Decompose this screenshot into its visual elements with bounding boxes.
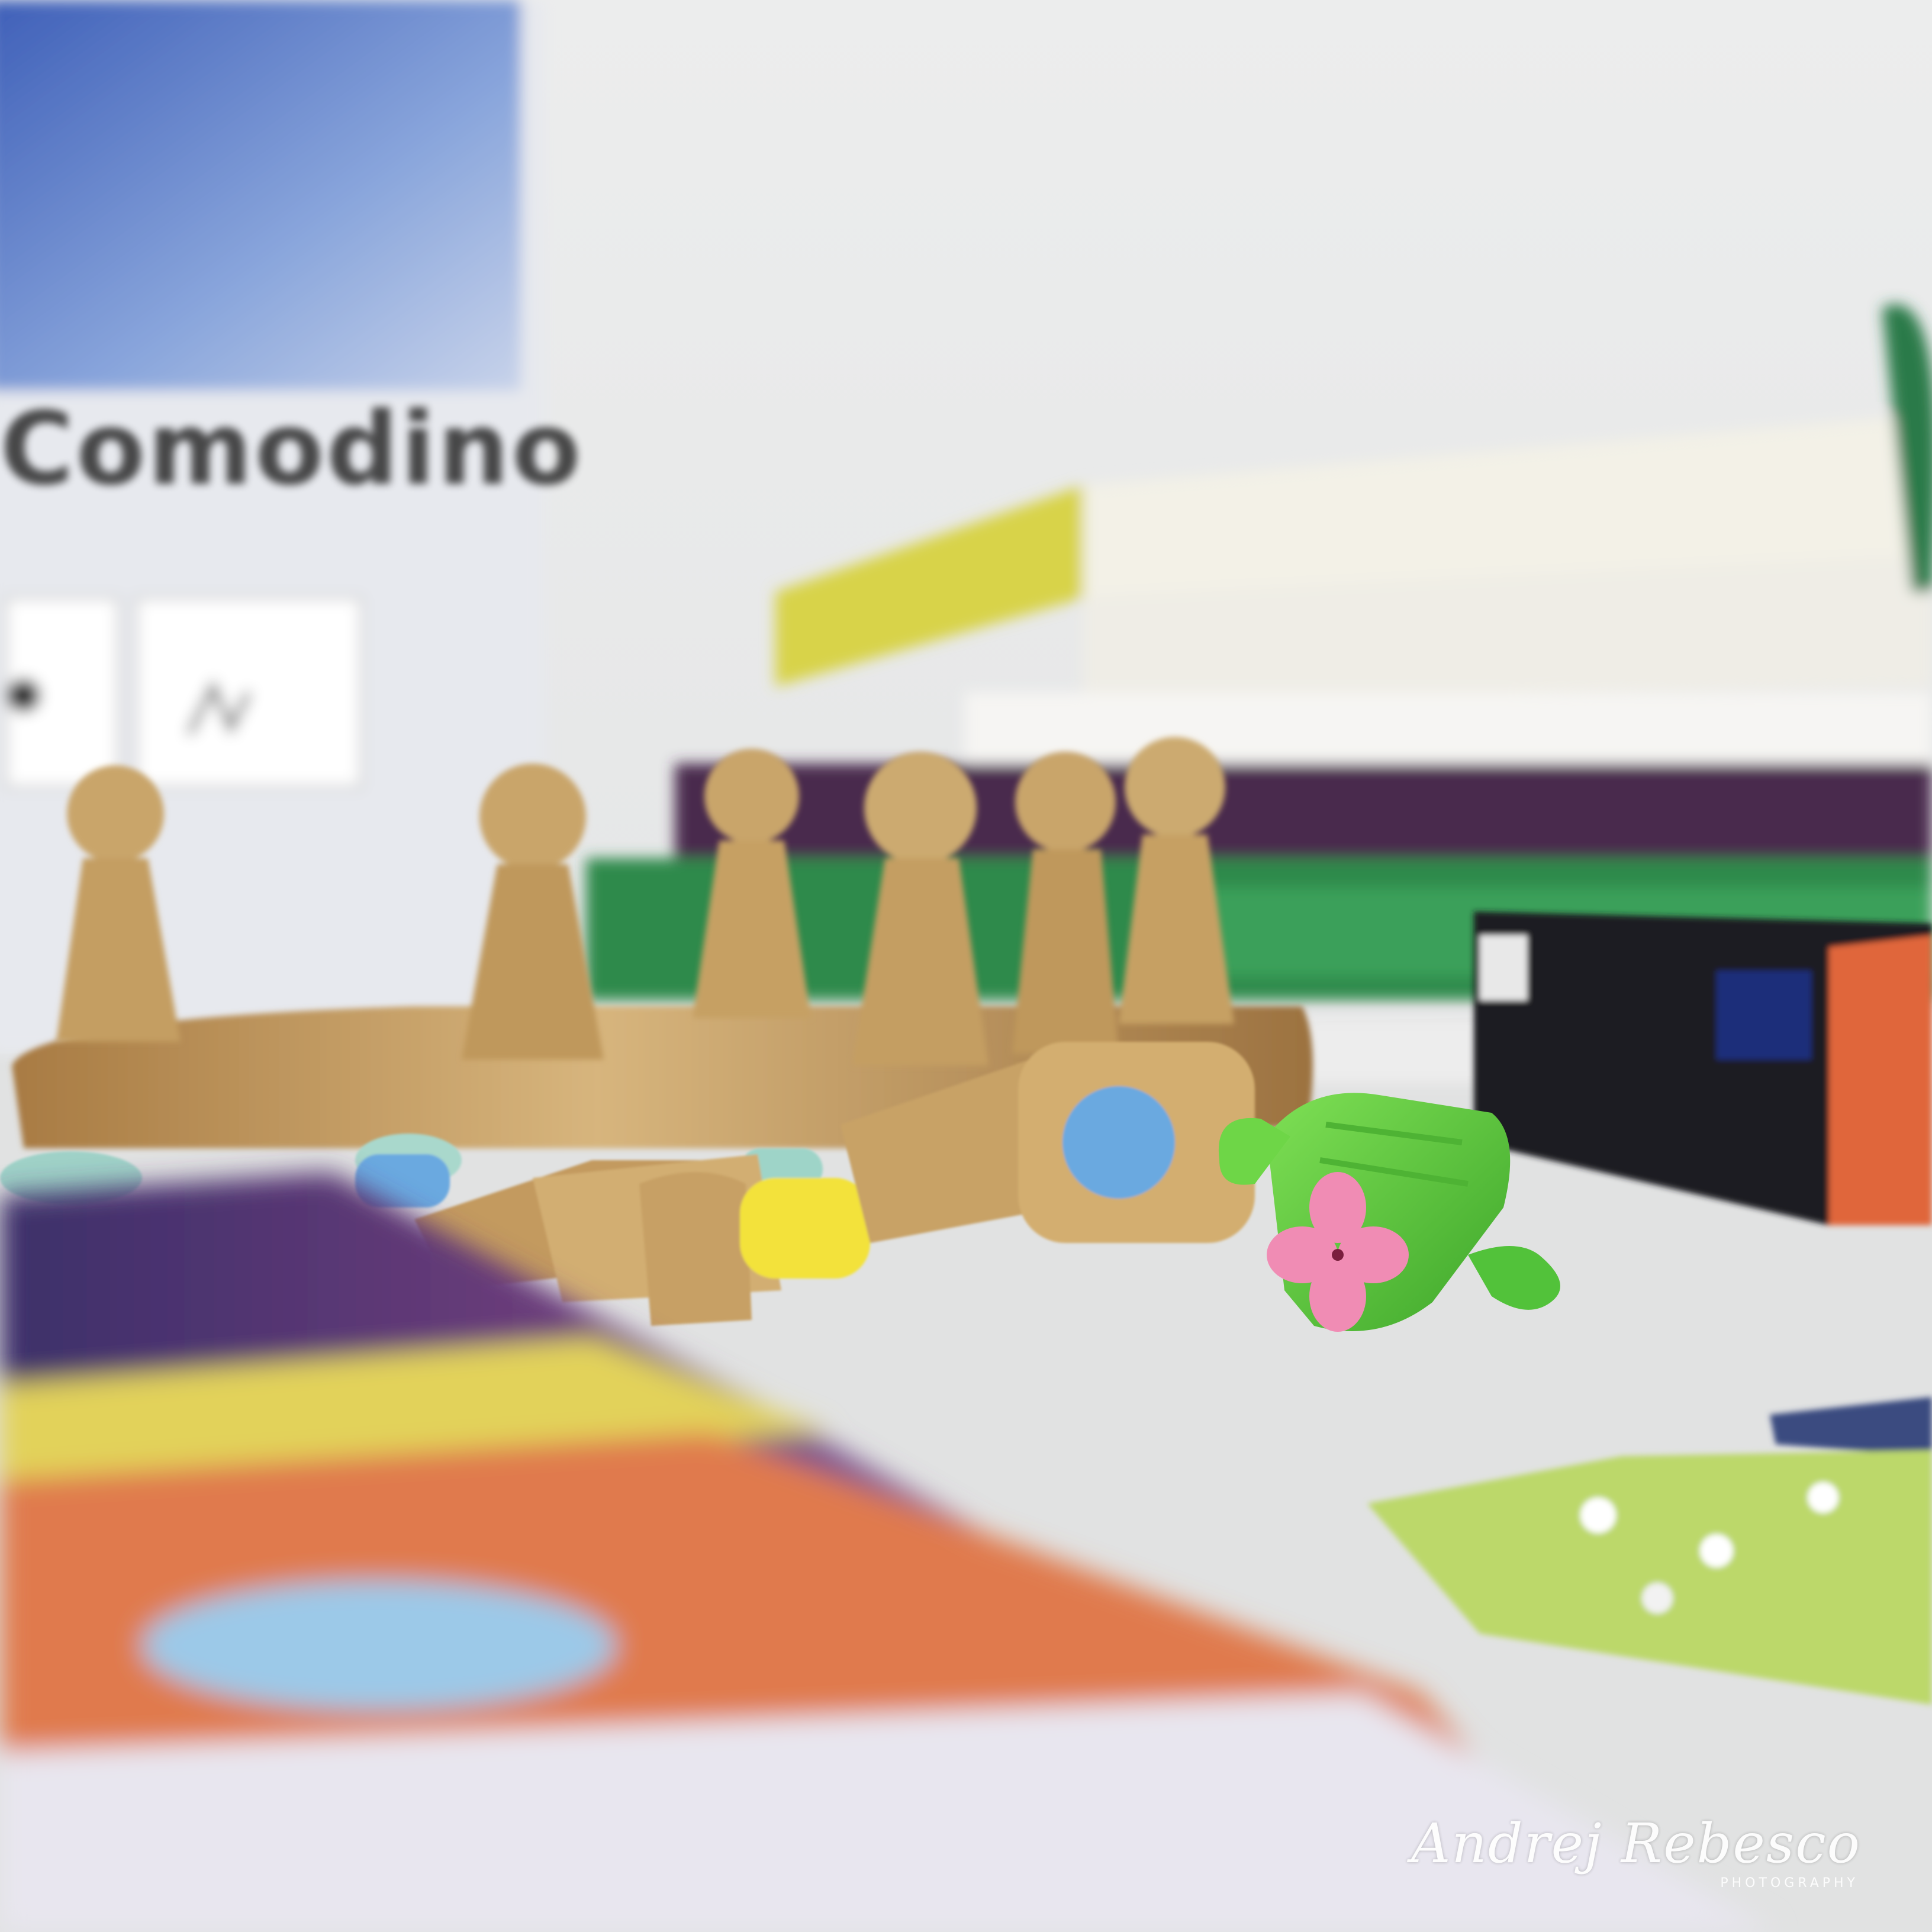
photo-scene: Comodino Andrej Rebesco PHOTOGRAPHY [0, 0, 1932, 1932]
watermark-subtitle: PHOTOGRAPHY [1720, 1876, 1859, 1891]
board-game-still-life [0, 0, 1932, 1932]
pawn-5 [1012, 752, 1119, 1054]
watermark-signature: Andrej Rebesco [1411, 1812, 1861, 1875]
box-title: Comodino [0, 391, 584, 508]
photographer-watermark: Andrej Rebesco PHOTOGRAPHY [1411, 1817, 1861, 1891]
